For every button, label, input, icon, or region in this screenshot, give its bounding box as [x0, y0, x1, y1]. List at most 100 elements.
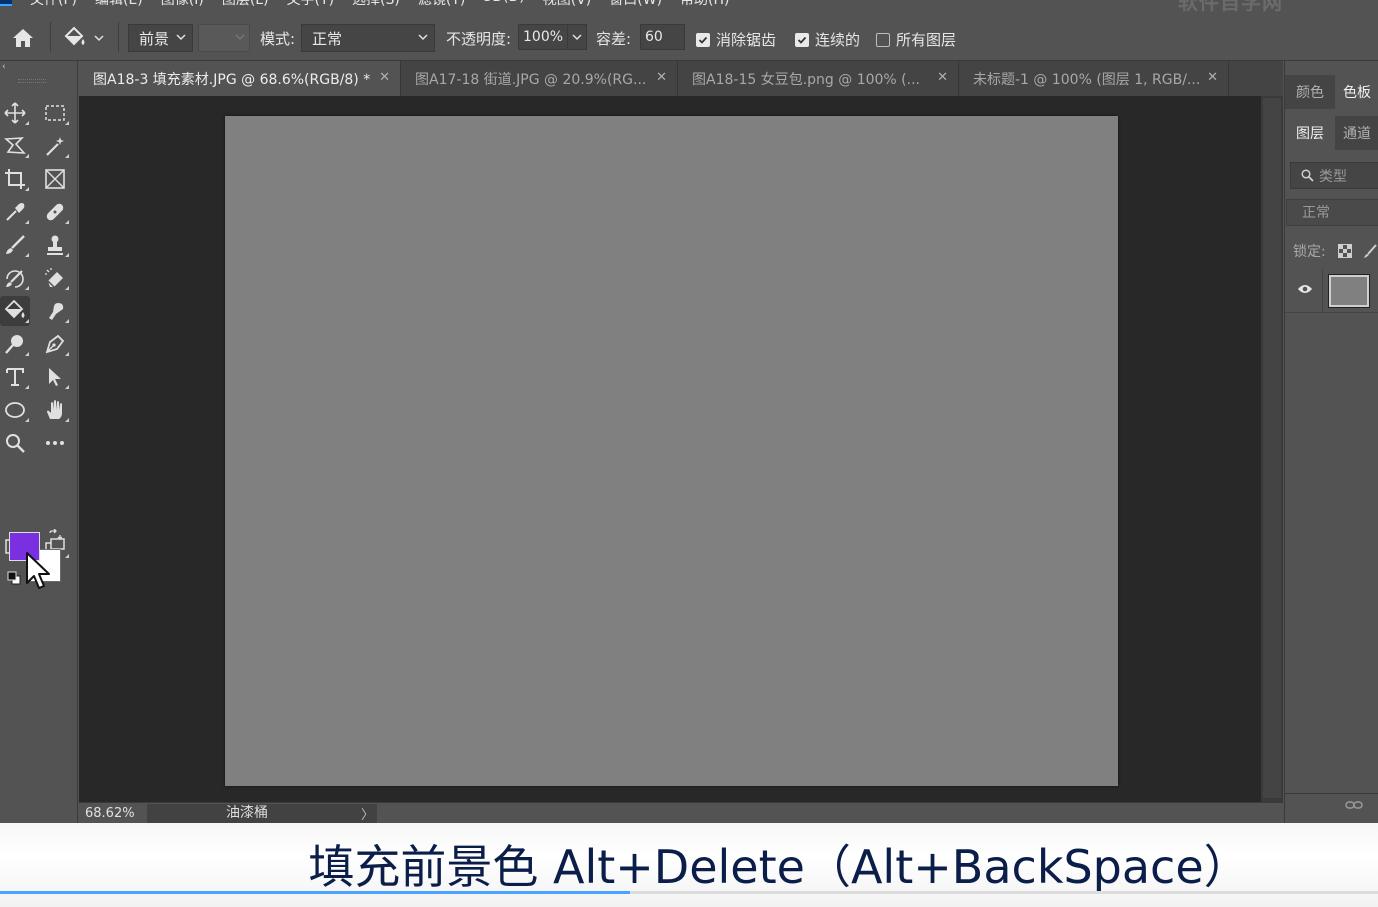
menu-view[interactable]: 视图(V) [543, 0, 592, 9]
text-t-icon [6, 368, 24, 386]
chevron-down-icon [235, 34, 245, 41]
watermark: 软件自学网 [1178, 0, 1283, 14]
panel-grip[interactable] [18, 79, 46, 83]
tab-color[interactable]: 颜色 [1285, 75, 1335, 109]
photoshop-logo[interactable] [0, 0, 12, 6]
zoom-tool[interactable] [0, 428, 30, 458]
close-icon[interactable]: ✕ [379, 70, 390, 85]
opacity-input[interactable]: 100% [518, 24, 568, 50]
pen-tool[interactable] [40, 329, 70, 359]
chevron-down-icon [418, 34, 428, 41]
path-selection-tool[interactable] [40, 362, 70, 392]
antialias-option[interactable]: 消除锯齿 [696, 29, 776, 50]
image-canvas[interactable] [225, 116, 1118, 786]
eyedropper-icon [6, 203, 25, 221]
crop-icon [5, 169, 25, 189]
close-icon[interactable]: ✕ [937, 70, 948, 85]
magic-wand-tool[interactable] [40, 131, 70, 161]
canvas-viewport[interactable] [79, 96, 1259, 802]
paint-bucket-icon [4, 300, 25, 319]
lasso-tool[interactable] [0, 131, 30, 161]
blend-mode-select[interactable]: 正常 [301, 24, 435, 52]
scrollbar-thumb[interactable] [1263, 98, 1281, 798]
close-icon[interactable]: ✕ [1207, 70, 1218, 85]
separator [118, 22, 119, 52]
close-icon[interactable]: ✕ [656, 70, 667, 85]
lock-transparent-pixels-icon[interactable] [1337, 244, 1352, 258]
all-layers-checkbox[interactable] [876, 32, 890, 47]
tab-swatches[interactable]: 色板 [1335, 75, 1378, 109]
menu-help[interactable]: 帮助(H) [680, 0, 729, 9]
layer-row-background[interactable] [1285, 269, 1378, 313]
checkmark-icon [698, 36, 708, 44]
healing-brush-tool[interactable] [40, 197, 70, 227]
search-placeholder: 类型 [1319, 168, 1347, 185]
opacity-slider-toggle[interactable] [567, 24, 587, 50]
submenu-indicator [65, 352, 69, 356]
menu-layer[interactable]: 图层(L) [222, 0, 269, 9]
tab-document-3[interactable]: 图A18-15 女豆包.png @ 100% (... ✕ [678, 61, 959, 96]
menu-file[interactable]: 文件(F) [30, 0, 77, 9]
menu-items: 文件(F) 编辑(E) 图像(I) 图层(L) 文字(Y) 选择(S) 滤镜(T… [30, 0, 730, 9]
menu-filter[interactable]: 滤镜(T) [418, 0, 465, 9]
move-tool[interactable] [0, 98, 30, 128]
contiguous-option[interactable]: 连续的 [795, 29, 860, 50]
layer-blend-mode[interactable]: 正常 [1286, 199, 1378, 226]
submenu-indicator [25, 352, 29, 356]
tab-document-2[interactable]: 图A17-18 街道.JPG @ 20.9%(RG... ✕ [401, 61, 678, 96]
clone-stamp-tool[interactable] [40, 230, 70, 260]
layer-thumbnail[interactable] [1328, 274, 1370, 308]
paint-bucket-tool[interactable] [0, 296, 30, 326]
eye-visibility-icon[interactable] [1297, 283, 1313, 295]
all-layers-option[interactable]: 所有图层 [876, 29, 956, 50]
history-brush-tool[interactable] [0, 263, 30, 293]
stamp-icon [47, 235, 63, 255]
smudge-tool[interactable] [40, 296, 70, 326]
zoom-level[interactable]: 68.62% [85, 806, 135, 821]
menu-type[interactable]: 文字(Y) [287, 0, 334, 9]
status-menu-arrow-icon[interactable]: 〉 [361, 804, 374, 823]
collapse-arrow-icon[interactable]: ‹ [2, 62, 6, 72]
video-progress-track[interactable] [0, 891, 1378, 894]
menu-window[interactable]: 窗口(W) [609, 0, 662, 9]
tab-channels[interactable]: 通道 [1335, 116, 1378, 150]
crop-tool[interactable] [0, 164, 30, 194]
magnifier-icon [6, 434, 25, 453]
tolerance-input[interactable]: 60 [640, 24, 685, 50]
lock-image-pixels-icon[interactable] [1363, 244, 1378, 258]
marquee-tool[interactable] [40, 98, 70, 128]
more-tools[interactable] [40, 428, 70, 458]
type-tool[interactable] [0, 362, 30, 392]
home-button[interactable] [8, 24, 38, 52]
menu-edit[interactable]: 编辑(E) [95, 0, 143, 9]
menu-3d[interactable]: 3D(D) [483, 0, 524, 9]
link-layers-icon[interactable] [1345, 800, 1363, 810]
contiguous-checkbox[interactable] [795, 32, 809, 47]
frame-icon [45, 169, 65, 189]
layer-filter-search[interactable]: 类型 [1290, 162, 1378, 189]
dodge-tool[interactable] [0, 329, 30, 359]
tool-preset-picker[interactable] [62, 24, 112, 52]
antialias-checkbox[interactable] [696, 32, 710, 47]
fill-source-select[interactable]: 前景 [128, 24, 193, 52]
default-colors-icon[interactable] [7, 571, 21, 585]
tab-layers[interactable]: 图层 [1285, 116, 1335, 150]
brush-tool[interactable] [0, 230, 30, 260]
vertical-scrollbar[interactable] [1261, 96, 1283, 802]
hand-tool[interactable] [40, 395, 70, 425]
submenu-indicator [65, 253, 69, 257]
eraser-tool[interactable] [40, 263, 70, 293]
pattern-picker[interactable] [198, 24, 250, 52]
submenu-indicator [25, 253, 29, 257]
frame-tool[interactable] [40, 164, 70, 194]
menu-image[interactable]: 图像(I) [161, 0, 204, 9]
shape-tool[interactable] [0, 395, 30, 425]
hand-icon [47, 400, 62, 419]
subtitle-band: 填充前景色 Alt+Delete（Alt+BackSpace） [0, 823, 1378, 907]
bandage-icon [46, 203, 64, 221]
menu-select[interactable]: 选择(S) [352, 0, 400, 9]
tab-document-1[interactable]: 图A18-3 填充素材.JPG @ 68.6%(RGB/8) * ✕ [79, 61, 401, 96]
submenu-indicator [25, 385, 29, 389]
eyedropper-tool[interactable] [0, 197, 30, 227]
tab-document-4[interactable]: 未标题-1 @ 100% (图层 1, RGB/... ✕ [959, 61, 1229, 96]
